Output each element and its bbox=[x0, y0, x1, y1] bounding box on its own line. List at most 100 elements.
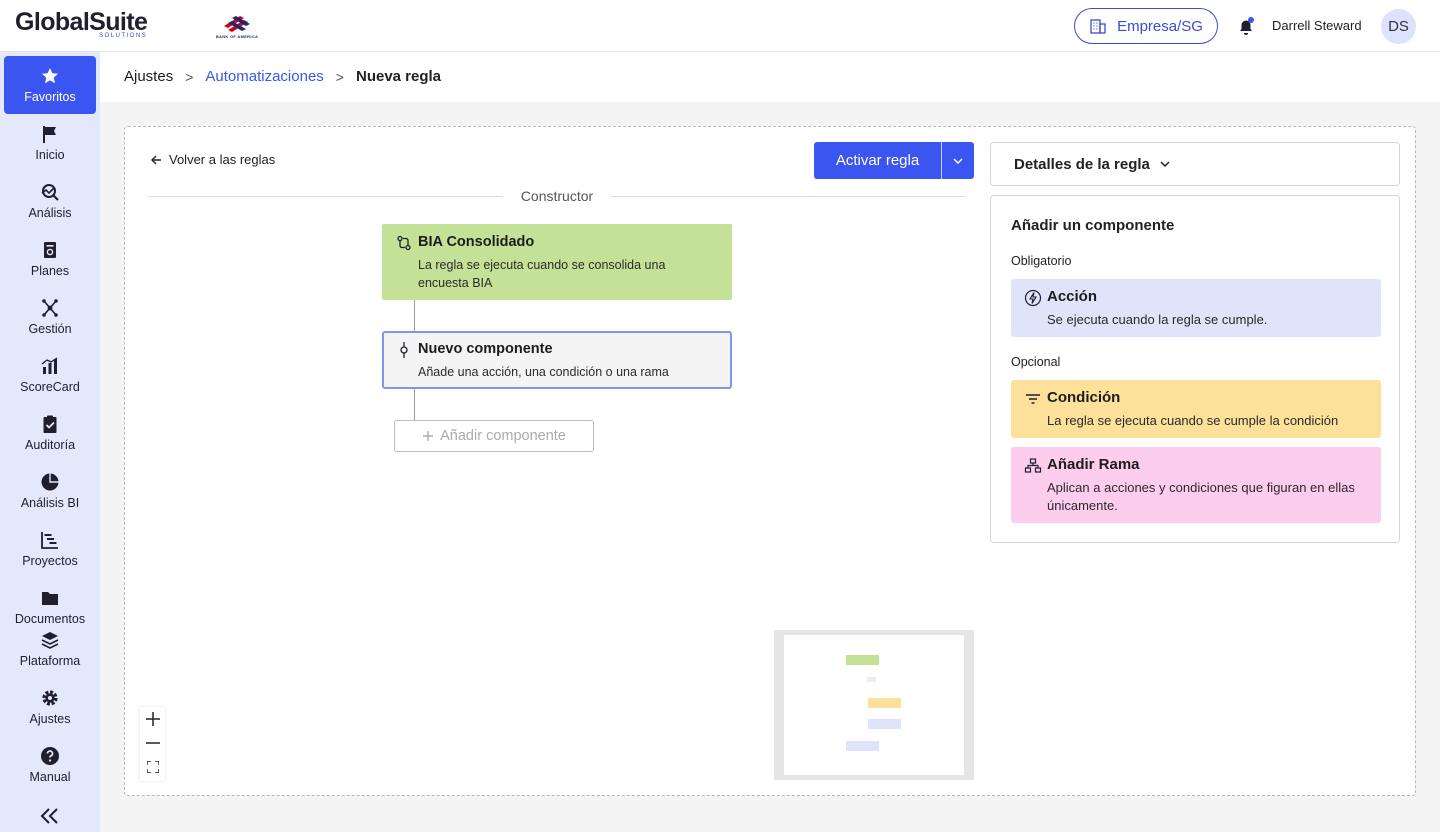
connector-line bbox=[414, 300, 415, 331]
top-bar: GlobalSuite SOLUTIONS BANK OF AMERICA Em… bbox=[0, 0, 1440, 52]
sidebar-item-planes[interactable]: Planes bbox=[4, 230, 96, 288]
sidebar-item-inicio[interactable]: Inicio bbox=[4, 114, 96, 172]
fullscreen-icon bbox=[146, 761, 159, 773]
rule-details-dropdown[interactable]: Detalles de la regla bbox=[990, 142, 1400, 186]
activate-rule-button[interactable]: Activar regla bbox=[814, 142, 941, 179]
chevron-down-icon bbox=[1160, 161, 1170, 167]
minus-icon bbox=[145, 742, 160, 744]
sidebar-item-label: Auditoría bbox=[24, 438, 76, 452]
sidebar-item-ajustes[interactable]: Ajustes bbox=[4, 678, 96, 736]
fit-view-button[interactable] bbox=[140, 755, 165, 779]
chevron-right-icon: > bbox=[335, 68, 344, 85]
sidebar-item-label: ScoreCard bbox=[20, 380, 80, 394]
arrow-left-icon bbox=[151, 155, 161, 164]
analysis-icon bbox=[41, 184, 59, 201]
user-name: Darrell Steward bbox=[1272, 18, 1362, 33]
condition-title: Condición bbox=[1047, 389, 1121, 406]
company-selector-button[interactable]: Empresa/SG bbox=[1074, 8, 1218, 44]
branch-description: Aplican a acciones y condiciones que fig… bbox=[1047, 480, 1355, 513]
breadcrumb-bar: Ajustes > Automatizaciones > Nueva regla bbox=[100, 52, 1440, 102]
branch-card[interactable]: Añadir Rama Aplican a acciones y condici… bbox=[1011, 447, 1381, 523]
chevron-right-icon: > bbox=[185, 68, 194, 85]
star-icon bbox=[42, 68, 58, 84]
sidebar-item-analisis-bi[interactable]: Análisis BI bbox=[4, 462, 96, 520]
pie-chart-icon bbox=[41, 473, 59, 491]
trigger-node[interactable]: BIA Consolidado La regla se ejecuta cuan… bbox=[382, 224, 732, 300]
lightning-icon bbox=[1024, 289, 1042, 307]
logo-subtext: SOLUTIONS bbox=[99, 33, 148, 39]
plus-icon bbox=[423, 431, 434, 441]
add-component-panel: Añadir un componente Obligatorio Acción … bbox=[990, 195, 1400, 543]
plus-icon bbox=[145, 712, 160, 726]
sidebar-item-label: Ajustes bbox=[29, 712, 71, 726]
minimap-node bbox=[868, 698, 901, 708]
logo-text: GlobalSuite bbox=[15, 8, 148, 36]
action-title: Acción bbox=[1047, 288, 1098, 305]
sidebar-item-label: Inicio bbox=[35, 148, 65, 162]
sidebar-item-favoritos[interactable]: Favoritos bbox=[4, 56, 96, 114]
sidebar-item-label: Favoritos bbox=[24, 90, 76, 104]
trigger-title: BIA Consolidado bbox=[418, 234, 535, 250]
network-icon bbox=[42, 299, 58, 317]
gantt-icon bbox=[41, 532, 58, 549]
help-icon bbox=[41, 747, 59, 765]
clipboard-check-icon bbox=[43, 415, 57, 433]
back-label: Volver a las reglas bbox=[169, 152, 276, 167]
flag-icon bbox=[43, 126, 56, 143]
panel-title: Añadir un componente bbox=[1011, 217, 1175, 234]
add-component-button[interactable]: Añadir componente bbox=[394, 420, 594, 452]
trigger-flow-icon bbox=[397, 235, 411, 251]
layers-icon bbox=[41, 632, 59, 649]
minimap-node bbox=[867, 677, 876, 682]
user-avatar[interactable]: DS bbox=[1381, 9, 1416, 44]
zoom-in-button[interactable] bbox=[140, 707, 165, 731]
sidebar-item-label: Manual bbox=[29, 770, 71, 784]
sidebar-item-proyectos[interactable]: Proyectos bbox=[4, 520, 96, 578]
sidebar-item-auditoria[interactable]: Auditoría bbox=[4, 404, 96, 462]
component-node-icon bbox=[400, 342, 408, 358]
zoom-controls bbox=[140, 707, 165, 781]
activate-options-dropdown[interactable] bbox=[941, 142, 974, 179]
breadcrumb-parent-link[interactable]: Automatizaciones bbox=[205, 68, 323, 85]
collapse-sidebar-icon[interactable] bbox=[38, 806, 62, 826]
canvas-minimap[interactable] bbox=[774, 630, 974, 780]
condition-card[interactable]: Condición La regla se ejecuta cuando se … bbox=[1011, 380, 1381, 438]
partner-logo: BANK OF AMERICA bbox=[212, 12, 262, 40]
breadcrumb-current: Nueva regla bbox=[355, 68, 442, 85]
minimap-node bbox=[846, 655, 879, 665]
breadcrumb-root[interactable]: Ajustes bbox=[124, 68, 173, 85]
sidebar-item-analisis[interactable]: Análisis bbox=[4, 172, 96, 230]
globalsuite-logo[interactable]: GlobalSuite SOLUTIONS bbox=[15, 8, 148, 39]
back-to-rules-link[interactable]: Volver a las reglas bbox=[150, 152, 275, 167]
minimap-node bbox=[846, 741, 879, 751]
zoom-out-button[interactable] bbox=[140, 731, 165, 755]
sidebar-item-label: Gestión bbox=[28, 322, 72, 336]
optional-section-label: Opcional bbox=[1011, 355, 1061, 369]
condition-description: La regla se ejecuta cuando se cumple la … bbox=[1047, 413, 1339, 428]
required-section-label: Obligatorio bbox=[1011, 254, 1072, 268]
sidebar-item-gestion[interactable]: Gestión bbox=[4, 288, 96, 346]
new-component-title: Nuevo componente bbox=[418, 341, 553, 357]
bar-chart-icon bbox=[41, 357, 58, 374]
connector-line bbox=[414, 389, 415, 420]
folder-icon bbox=[42, 592, 58, 605]
sidebar-item-label: Plataforma bbox=[19, 654, 81, 668]
new-component-node[interactable]: Nuevo componente Añade una acción, una c… bbox=[382, 331, 732, 389]
notifications-bell-icon[interactable] bbox=[1236, 16, 1256, 36]
breadcrumb: Ajustes > Automatizaciones > Nueva regla bbox=[124, 68, 441, 85]
sidebar-item-plataforma[interactable]: Plataforma bbox=[4, 620, 96, 678]
sidebar-item-label: Proyectos bbox=[22, 554, 78, 568]
company-label: Empresa/SG bbox=[1117, 17, 1203, 35]
branch-icon bbox=[1024, 458, 1042, 473]
sidebar-item-manual[interactable]: Manual bbox=[4, 736, 96, 794]
sidebar-item-label: Análisis bbox=[28, 206, 72, 220]
sidebar-item-label: Análisis BI bbox=[20, 496, 80, 510]
sidebar-item-scorecard[interactable]: ScoreCard bbox=[4, 346, 96, 404]
action-card[interactable]: Acción Se ejecuta cuando la regla se cum… bbox=[1011, 279, 1381, 337]
add-component-label: Añadir componente bbox=[440, 428, 566, 444]
trigger-description: La regla se ejecuta cuando se consolida … bbox=[418, 258, 666, 290]
action-description: Se ejecuta cuando la regla se cumple. bbox=[1047, 312, 1268, 327]
constructor-label: Constructor bbox=[503, 188, 611, 204]
rule-details-label: Detalles de la regla bbox=[1014, 155, 1150, 173]
activate-rule-split-button: Activar regla bbox=[814, 142, 974, 179]
